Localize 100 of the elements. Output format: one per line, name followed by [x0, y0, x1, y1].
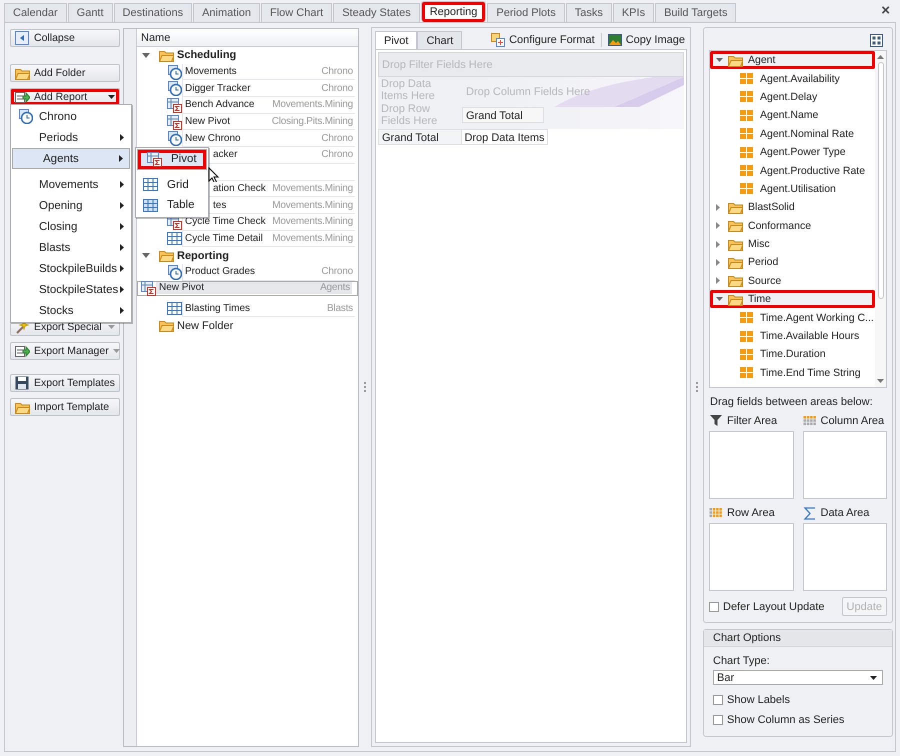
tab[interactable]: Gantt	[68, 3, 113, 22]
areas-hint: Drag fields between areas below:	[710, 396, 874, 408]
checkbox-label: Defer Layout Update	[723, 600, 825, 612]
row-header-cell: Grand Total	[378, 129, 462, 145]
folder-label: Misc	[748, 238, 770, 250]
menu-item[interactable]: StockpileStates	[12, 279, 130, 300]
data-drop-hint: Drop Data Items Here	[381, 79, 436, 102]
toolbar-button[interactable]: Copy Image	[606, 32, 687, 48]
field-item[interactable]: Time.Available Hours	[760, 330, 860, 342]
menu-item[interactable]: Opening	[12, 195, 130, 216]
folder-label: Time	[748, 293, 771, 306]
tab[interactable]: Period Plots	[487, 3, 565, 22]
menu-item[interactable]: Movements	[12, 174, 130, 195]
tree-folder[interactable]: Scheduling	[177, 49, 236, 62]
menu-item[interactable]: Table	[137, 195, 207, 216]
close-icon[interactable]: ×	[881, 2, 890, 19]
report-name[interactable]: tes	[213, 200, 226, 211]
tree-folder[interactable]: Reporting	[177, 250, 229, 262]
column-header[interactable]: Name	[141, 32, 170, 44]
report-type: Movements.Mining	[272, 232, 353, 244]
field-item[interactable]: Time.End Time String	[760, 366, 861, 379]
field-folder[interactable]: Conformance	[710, 216, 875, 235]
chart-type-select[interactable]: Bar	[713, 670, 883, 685]
report-name[interactable]: Product Grades	[185, 266, 256, 278]
sidebar-button[interactable]: Collapse	[10, 29, 120, 47]
field-item[interactable]: Agent.Nominal Rate	[760, 128, 854, 140]
folder-label: Conformance	[748, 220, 812, 232]
report-type: Chrono	[321, 149, 353, 160]
sidebar-button[interactable]: Import Template	[10, 398, 120, 416]
tab[interactable]: Animation	[193, 3, 260, 22]
area-label: Filter Area	[727, 415, 778, 427]
field-folder[interactable]: Misc	[710, 234, 875, 254]
report-name[interactable]: Blasting Times	[185, 302, 250, 314]
field-item[interactable]: Agent.Productive Rate	[760, 164, 866, 177]
field-label: Chart Type:	[713, 655, 771, 667]
tab[interactable]: Flow Chart	[261, 3, 332, 22]
field-item[interactable]: Agent.Availability	[760, 72, 840, 85]
report-name[interactable]: Digger Tracker	[185, 82, 251, 94]
checkbox-label: Show Column as Series	[727, 714, 844, 726]
field-item[interactable]: Agent.Power Type	[760, 146, 846, 158]
tab[interactable]: Steady States	[333, 3, 420, 22]
field-item[interactable]: Agent.Name	[760, 109, 818, 122]
checkbox-label: Show Labels	[727, 694, 790, 706]
tab[interactable]: Build Targets	[655, 3, 736, 22]
tree-folder[interactable]: New Folder	[177, 320, 234, 332]
field-item[interactable]: Time.Duration	[760, 348, 826, 360]
field-folder[interactable]: Source	[710, 272, 875, 290]
tab[interactable]: Destinations	[114, 3, 192, 22]
menu-item[interactable]: StockpileBuilds	[12, 258, 130, 279]
menu-item[interactable]: Blasts	[12, 237, 130, 258]
panel-title: Chart Options	[704, 630, 892, 647]
column-drop-hint: Drop Column Fields Here	[466, 86, 590, 98]
field-folder[interactable]: BlastSolid	[710, 198, 875, 217]
column-header-cell: Grand Total	[462, 107, 544, 123]
report-name[interactable]: Cycle Time Detail	[185, 232, 263, 244]
menu-item[interactable]: Agents	[12, 148, 130, 169]
report-name[interactable]: New Pivot	[159, 282, 204, 294]
report-type: Chrono	[321, 66, 353, 78]
folder-label: BlastSolid	[748, 201, 795, 214]
sidebar-button[interactable]: Add Folder	[10, 64, 120, 82]
tab[interactable]: Reporting	[420, 1, 486, 22]
data-cell: Drop Data Items	[462, 129, 548, 145]
menu-item[interactable]: Chrono	[12, 106, 130, 127]
field-folder[interactable]: Agent	[710, 51, 875, 70]
report-name[interactable]: acker	[213, 149, 238, 160]
view-tab[interactable]: Pivot	[375, 31, 418, 49]
tab[interactable]: Tasks	[566, 3, 612, 22]
view-tab[interactable]: Chart	[417, 31, 462, 49]
report-name[interactable]: Movements	[185, 66, 237, 78]
field-folder[interactable]: Period	[710, 253, 875, 272]
field-item[interactable]: Time.Agent Working C...	[760, 312, 874, 324]
report-type: Movements.Mining	[272, 182, 353, 194]
report-type: Closing.Pits.Mining	[272, 116, 353, 128]
report-type: Movements.Mining	[272, 200, 353, 211]
menu-item[interactable]: Pivot	[137, 149, 207, 170]
folder-label: Source	[748, 274, 782, 287]
report-type: Chrono	[321, 266, 353, 278]
sidebar-button[interactable]: Export Manager	[10, 342, 120, 360]
report-name[interactable]: Bench Advance	[185, 99, 254, 110]
field-folder[interactable]: Time	[710, 290, 875, 308]
sidebar-button[interactable]: Export Templates	[10, 374, 120, 392]
toolbar-button[interactable]: Configure Format	[489, 32, 597, 48]
tab[interactable]: Calendar	[4, 3, 67, 22]
menu-item[interactable]: Closing	[12, 216, 130, 237]
row-drop-hint: Drop Row Fields Here	[381, 104, 438, 127]
report-name[interactable]: New Chrono	[185, 132, 241, 144]
field-item[interactable]: Agent.Delay	[760, 90, 818, 103]
report-name[interactable]: ation Check	[213, 182, 266, 194]
menu-item[interactable]: Stocks	[12, 300, 130, 321]
tab[interactable]: KPIs	[612, 3, 654, 22]
report-type: Movements.Mining	[272, 99, 353, 110]
area-label: Column Area	[820, 415, 884, 427]
field-item[interactable]: Agent.Utilisation	[760, 182, 836, 195]
folder-label: Agent	[748, 54, 776, 66]
report-type: Chrono	[321, 132, 353, 144]
menu-item[interactable]: Periods	[12, 127, 130, 148]
report-type: Blasts	[326, 302, 353, 314]
report-type: Chrono	[321, 82, 353, 94]
report-name[interactable]: New Pivot	[185, 116, 230, 128]
menu-item[interactable]: Grid	[137, 174, 207, 195]
